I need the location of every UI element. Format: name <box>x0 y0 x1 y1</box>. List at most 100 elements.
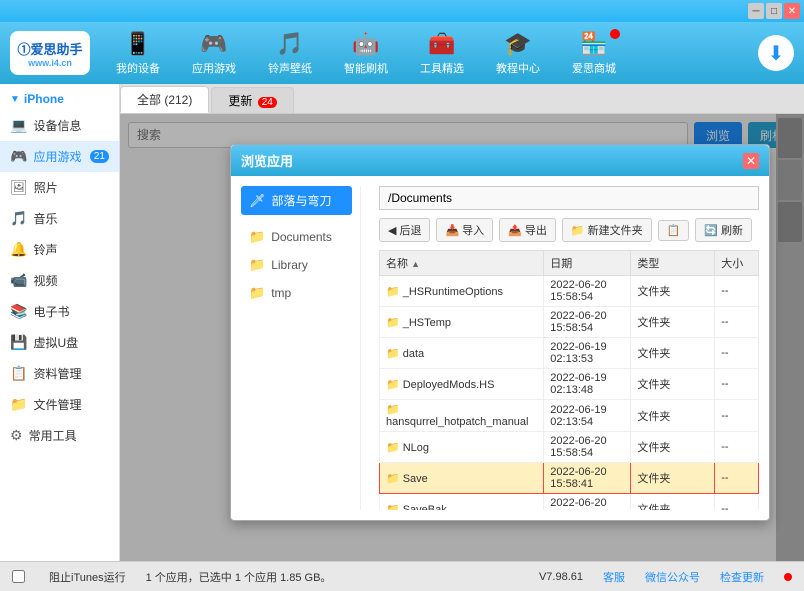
col-date[interactable]: 日期 <box>544 251 631 276</box>
col-type[interactable]: 类型 <box>631 251 715 276</box>
itunes-checkbox[interactable] <box>12 570 25 583</box>
sidebar-item-apps[interactable]: 🎮 应用游戏 21 <box>0 141 119 172</box>
sidebar-datamgr-label: 资料管理 <box>33 365 81 382</box>
nav-store-label: 爱思商城 <box>572 60 616 76</box>
smart-icon: 🤖 <box>352 31 379 57</box>
cell-type: 文件夹 <box>631 432 715 463</box>
file-mgr-icon: 📁 <box>10 396 27 413</box>
nav-tools[interactable]: 🧰 工具精选 <box>414 27 470 80</box>
device-info-icon: 💻 <box>10 117 27 134</box>
app-logo[interactable]: ①爱思助手 www.i4.cn <box>10 31 90 75</box>
cell-size: -- <box>715 307 759 338</box>
new-folder-button[interactable]: 📁 新建文件夹 <box>562 218 652 242</box>
cell-size: -- <box>715 338 759 369</box>
modal-close-button[interactable]: ✕ <box>743 153 759 169</box>
browse-app-modal: 浏览应用 ✕ 🗡 部落与弯刀 <box>230 144 770 521</box>
export-button[interactable]: 📤 导出 <box>499 218 556 242</box>
support-link[interactable]: 客服 <box>603 569 625 585</box>
store-badge <box>610 29 620 39</box>
sidebar-item-udisk[interactable]: 💾 虚拟U盘 <box>0 327 119 358</box>
modal-item-documents[interactable]: 📁 Documents <box>241 223 352 251</box>
modal-left-panel: 🗡 部落与弯刀 📁 Documents 📁 <box>241 186 361 510</box>
photos-icon: 🖼 <box>10 179 28 196</box>
cell-size: -- <box>715 463 759 494</box>
col-size[interactable]: 大小 <box>715 251 759 276</box>
sidebar-item-ringtones[interactable]: 🔔 铃声 <box>0 234 119 265</box>
music-icon: 🎵 <box>10 210 27 227</box>
udisk-icon: 💾 <box>10 334 27 351</box>
cell-date: 2022-06-20 15:58:54 <box>544 307 631 338</box>
sidebar-item-device-info[interactable]: 💻 设备信息 <box>0 110 119 141</box>
table-row[interactable]: 📁data 2022-06-19 02:13:53 文件夹 -- <box>380 338 759 369</box>
table-header-row: 名称 ▲ 日期 类型 大小 <box>380 251 759 276</box>
sidebar-item-label: 设备信息 <box>33 117 81 134</box>
modal-documents-label: Documents <box>271 230 332 244</box>
content-tabs: 全部 (212) 更新 24 <box>120 84 804 114</box>
table-row[interactable]: 📁NLog 2022-06-20 15:58:54 文件夹 -- <box>380 432 759 463</box>
sidebar-item-photos[interactable]: 🖼 照片 <box>0 172 119 203</box>
ringtone-icon: 🔔 <box>10 241 27 258</box>
sidebar-item-videos[interactable]: 📹 视频 <box>0 265 119 296</box>
table-row[interactable]: 📁_HSTemp 2022-06-20 15:58:54 文件夹 -- <box>380 307 759 338</box>
table-row[interactable]: 📁_HSRuntimeOptions 2022-06-20 15:58:54 文… <box>380 276 759 307</box>
cell-name: 📁data <box>380 338 544 369</box>
table-row[interactable]: 📁SaveBak 2022-06-20 15:28:12 文件夹 -- <box>380 494 759 511</box>
cell-date: 2022-06-19 02:13:53 <box>544 338 631 369</box>
col-name[interactable]: 名称 ▲ <box>380 251 544 276</box>
sidebar-item-data-mgr[interactable]: 📋 资料管理 <box>0 358 119 389</box>
modal-item-tmp[interactable]: 📁 tmp <box>241 279 352 307</box>
sidebar-item-file-mgr[interactable]: 📁 文件管理 <box>0 389 119 420</box>
back-button[interactable]: ◀ 后退 <box>379 218 430 242</box>
nav-apps[interactable]: 🎮 应用游戏 <box>186 27 242 80</box>
cell-type: 文件夹 <box>631 400 715 432</box>
update-badge: 24 <box>258 97 277 108</box>
sidebar-item-music[interactable]: 🎵 音乐 <box>0 203 119 234</box>
sidebar-item-tools[interactable]: ⚙ 常用工具 <box>0 420 119 451</box>
cell-name: 📁hansqurrel_hotpatch_manual <box>380 400 544 432</box>
videos-icon: 📹 <box>10 272 27 289</box>
modal-item-library[interactable]: 📁 Library <box>241 251 352 279</box>
modal-title: 浏览应用 <box>241 151 293 170</box>
tab-all[interactable]: 全部 (212) <box>120 86 209 113</box>
close-button[interactable]: ✕ <box>784 3 800 19</box>
maximize-button[interactable]: □ <box>766 3 782 19</box>
table-row[interactable]: 📁Save 2022-06-20 15:58:41 文件夹 -- <box>380 463 759 494</box>
check-update-link[interactable]: 检查更新 <box>720 569 764 585</box>
cell-date: 2022-06-20 15:58:41 <box>544 463 631 494</box>
nav-store[interactable]: 🏪 爱思商城 <box>566 27 622 80</box>
sidebar-device-name: iPhone <box>24 92 64 106</box>
nav-ringtones-label: 铃声壁纸 <box>268 60 312 76</box>
import-button[interactable]: 📥 导入 <box>436 218 493 242</box>
modal-item-budao[interactable]: 🗡 部落与弯刀 <box>241 186 352 215</box>
cell-date: 2022-06-20 15:58:54 <box>544 276 631 307</box>
table-row[interactable]: 📁hansqurrel_hotpatch_manual 2022-06-19 0… <box>380 400 759 432</box>
minimize-button[interactable]: ─ <box>748 3 764 19</box>
wechat-link[interactable]: 微信公众号 <box>645 569 700 585</box>
nav-my-device[interactable]: 📱 我的设备 <box>110 27 166 80</box>
budao-icon: 🗡 <box>249 193 266 209</box>
nav-tutorials-label: 教程中心 <box>496 60 540 76</box>
sidebar-filemgr-label: 文件管理 <box>33 396 81 413</box>
cell-size: -- <box>715 369 759 400</box>
cell-type: 文件夹 <box>631 338 715 369</box>
cell-name: 📁DeployedMods.HS <box>380 369 544 400</box>
tools-icon: 🧰 <box>428 31 455 57</box>
download-button[interactable]: ⬇ <box>758 35 794 71</box>
sidebar-section-title: ▼ iPhone <box>0 84 119 110</box>
status-bar: 阻止iTunes运行 1 个应用，已选中 1 个应用 1.85 GB。 V7.9… <box>0 561 804 591</box>
cell-type: 文件夹 <box>631 369 715 400</box>
content-panel: 全部 (212) 更新 24 浏览 刷机 <box>120 84 804 561</box>
apps-game-icon: 🎮 <box>10 148 27 165</box>
sidebar-music-label: 音乐 <box>33 210 57 227</box>
copy-button[interactable]: 📋 <box>658 220 690 241</box>
nav-smart[interactable]: 🤖 智能刷机 <box>338 27 394 80</box>
table-row[interactable]: 📁DeployedMods.HS 2022-06-19 02:13:48 文件夹… <box>380 369 759 400</box>
nav-my-device-label: 我的设备 <box>116 60 160 76</box>
nav-tutorials[interactable]: 🎓 教程中心 <box>490 27 546 80</box>
sidebar-item-ebooks[interactable]: 📚 电子书 <box>0 296 119 327</box>
sidebar-apps-label: 应用游戏 <box>33 148 81 165</box>
cell-name: 📁_HSTemp <box>380 307 544 338</box>
refresh-button[interactable]: 🔄 刷新 <box>695 218 752 242</box>
nav-ringtones[interactable]: 🎵 铃声壁纸 <box>262 27 318 80</box>
tab-update[interactable]: 更新 24 <box>211 87 293 113</box>
